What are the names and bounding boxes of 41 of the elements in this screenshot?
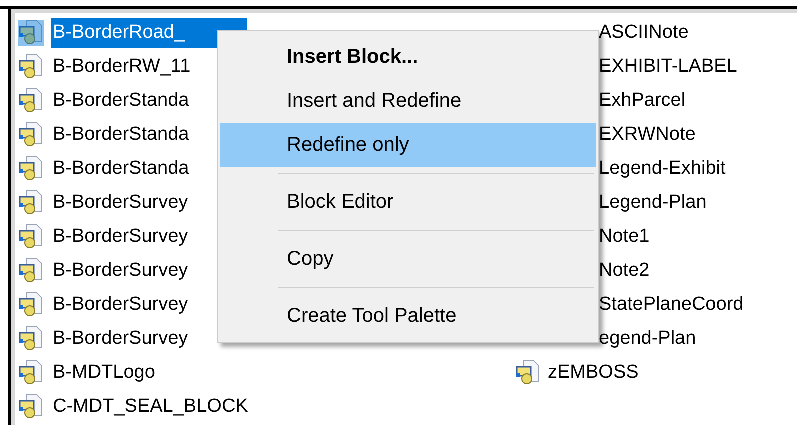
block-name[interactable]: C-MDT_SEAL_BLOCK [51, 392, 250, 422]
menu-item[interactable]: Block Editor [220, 180, 596, 224]
block-icon [18, 224, 44, 250]
block-name[interactable]: ASCIINote [599, 18, 689, 48]
block-icon [515, 360, 541, 386]
block-name[interactable]: B-BorderSurvey [51, 188, 190, 218]
block-name[interactable]: B-BorderSurvey [51, 324, 190, 354]
block-icon [18, 360, 44, 386]
block-icon [18, 156, 44, 182]
block-name[interactable]: B-BorderSurvey [51, 222, 190, 252]
block-name[interactable]: StatePlaneCoord [599, 290, 744, 320]
block-name[interactable]: B-BorderStanda [51, 120, 192, 150]
block-icon [18, 258, 44, 284]
menu-item[interactable]: Create Tool Palette [220, 294, 596, 338]
block-icon [18, 394, 44, 420]
block-icon [18, 20, 44, 46]
block-name[interactable]: B-BorderRoad_ [51, 18, 248, 48]
block-name[interactable]: Legend-Plan [599, 188, 707, 218]
block-name[interactable]: B-BorderStanda [51, 86, 192, 116]
block-icon [18, 190, 44, 216]
block-name[interactable]: EXRWNote [599, 120, 696, 150]
block-icon [18, 88, 44, 114]
block-icon [18, 122, 44, 148]
block-icon [18, 54, 44, 80]
block-name[interactable]: Note2 [599, 256, 650, 286]
block-name[interactable]: B-BorderStanda [51, 154, 192, 184]
block-name[interactable]: egend-Plan [599, 324, 696, 354]
block-name[interactable]: zEMBOSS [548, 358, 639, 388]
block-name[interactable]: ExhParcel [599, 86, 686, 116]
menu-item[interactable]: Copy [220, 237, 596, 281]
block-name[interactable]: EXHIBIT-LABEL [599, 52, 738, 82]
menu-item[interactable]: Redefine only [220, 123, 596, 167]
block-name[interactable]: Legend-Exhibit [599, 154, 726, 184]
block-icon [18, 292, 44, 318]
block-name[interactable]: B-BorderSurvey [51, 256, 190, 286]
block-name[interactable]: B-MDTLogo [51, 358, 158, 388]
block-icon [18, 326, 44, 352]
block-name[interactable]: B-BorderRW_11 [51, 52, 193, 82]
block-name[interactable]: B-BorderSurvey [51, 290, 190, 320]
block-name[interactable]: Note1 [599, 222, 650, 252]
menu-item[interactable]: Insert and Redefine [220, 79, 596, 123]
